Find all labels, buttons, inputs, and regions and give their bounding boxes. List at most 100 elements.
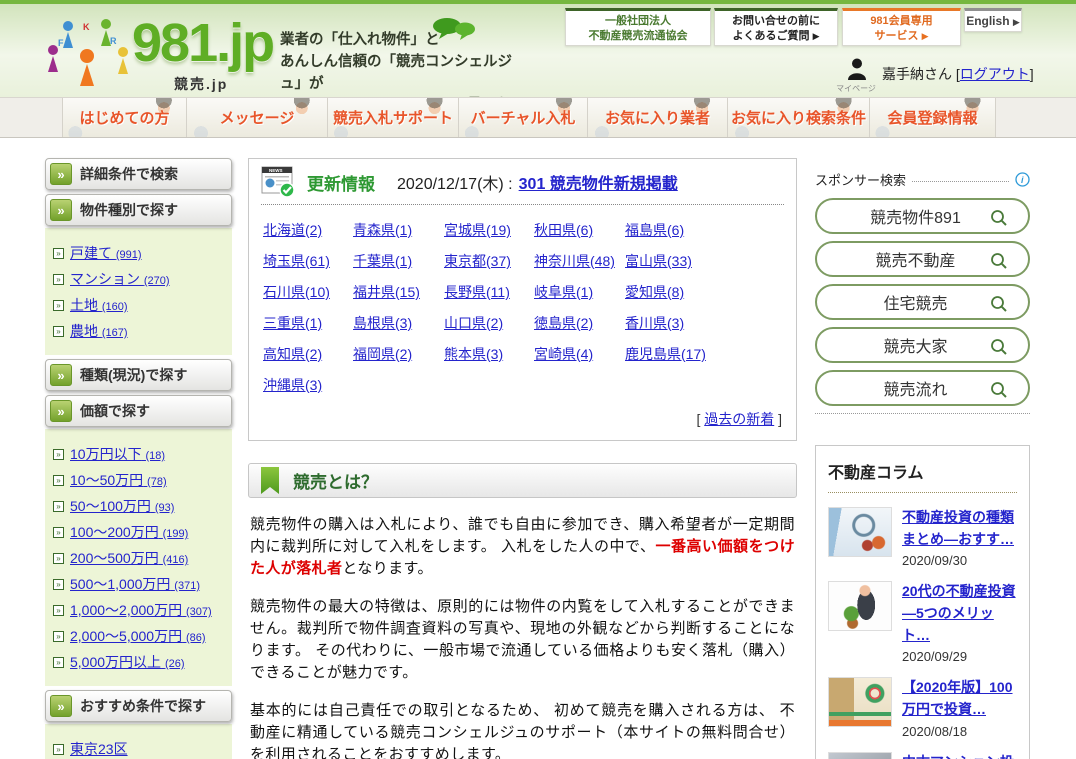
prefecture-link[interactable]: 神奈川県(48) [534, 251, 625, 271]
prefecture-link[interactable]: 三重県(1) [263, 313, 353, 333]
prefecture-link[interactable]: 長野県(11) [444, 282, 534, 302]
sidebar-button-detail-search[interactable]: 詳細条件で検索 [45, 158, 232, 190]
english-label: English [966, 14, 1010, 28]
arrow-right-icon: ▶ [1012, 17, 1020, 27]
site-logo[interactable]: 981.jp [132, 16, 275, 70]
nav-tab-label: 会員登録情報 [887, 110, 978, 127]
sponsor-search-pill[interactable]: 住宅競売 [815, 284, 1030, 320]
nav-tab[interactable]: メッセージ [186, 98, 327, 137]
site-header: F K R 981.jp 競売.jp 業者の「仕入れ物件」と あんしん信頼の「競… [0, 0, 1076, 113]
sidebar-button-by-status[interactable]: 種類(現況)で探す [45, 359, 232, 391]
prefecture-link[interactable]: 山口県(2) [444, 313, 534, 333]
sidebar-item[interactable]: 200〜500万円 (416) [53, 548, 228, 568]
article-thumbnail[interactable] [828, 677, 892, 728]
sidebar-item[interactable]: 農地 (167) [53, 321, 228, 341]
association-button[interactable]: 一般社団法人 不動産競売流通協会 [565, 8, 711, 46]
info-icon[interactable]: i [1015, 172, 1030, 187]
article-date: 2020/08/18 [902, 723, 968, 739]
article-thumbnail[interactable] [828, 581, 892, 632]
sponsor-search-pill[interactable]: 競売物件891 [815, 198, 1030, 234]
sidebar-item[interactable]: 2,000〜5,000万円 (86) [53, 626, 228, 646]
nav-tab[interactable]: はじめての方 [62, 98, 186, 137]
prefecture-link[interactable]: 島根県(3) [353, 313, 444, 333]
sidebar-item[interactable]: 10万円以下 (18) [53, 444, 228, 464]
prefecture-link[interactable]: 愛知県(8) [625, 282, 782, 302]
prefecture-link[interactable]: 福岡県(2) [353, 344, 444, 364]
prefecture-link[interactable]: 鹿児島県(17) [625, 344, 782, 364]
about-section-header: 競売とは？ [248, 463, 797, 498]
sidebar-item-label: 50〜100万円 [70, 498, 151, 514]
sidebar-price-list: 10万円以下 (18) 10〜50万円 (78) 50〜100万円 (93) 1… [45, 429, 232, 686]
article-thumbnail[interactable] [828, 507, 892, 557]
english-button[interactable]: English ▶ [964, 8, 1022, 32]
nav-tab[interactable]: バーチャル入札 [458, 98, 587, 137]
prefecture-link[interactable]: 高知県(2) [263, 344, 353, 364]
article-title-link[interactable]: 20代の不動産投資―5つのメリット… [902, 581, 1017, 646]
sidebar-button-by-recommend[interactable]: おすすめ条件で探す [45, 690, 232, 722]
nav-tab[interactable]: お気に入り検索条件 [727, 98, 869, 137]
sponsor-search-pill[interactable]: 競売不動産 [815, 241, 1030, 277]
sidebar-item[interactable]: 土地 (160) [53, 295, 228, 315]
prefecture-link[interactable]: 福島県(6) [625, 220, 782, 240]
sidebar-item[interactable]: 戸建て (991) [53, 243, 228, 263]
update-header: NEWS 更新情報 2020/12/17(木) : 301 競売物件新規掲載 [261, 159, 784, 205]
prefecture-link[interactable]: 岐阜県(1) [534, 282, 625, 302]
prefecture-link[interactable]: 千葉県(1) [353, 251, 444, 271]
sidebar-item[interactable]: 東京23区 [53, 739, 228, 759]
sponsor-search-pill[interactable]: 競売流れ [815, 370, 1030, 406]
magnifier-icon [991, 382, 1007, 398]
left-sidebar: 詳細条件で検索 物件種別で探す 戸建て (991) マンション (270) 土地… [45, 158, 232, 759]
prefecture-link[interactable]: 東京都(37) [444, 251, 534, 271]
sponsor-keyword-label: 競売大家 [883, 339, 948, 356]
nav-tab[interactable]: 競売入札サポート [327, 98, 458, 137]
double-chevron-badge-icon [50, 695, 72, 717]
sponsor-search-pill[interactable]: 競売大家 [815, 327, 1030, 363]
svg-text:NEWS: NEWS [269, 168, 283, 173]
prefecture-link[interactable]: 徳島県(2) [534, 313, 625, 333]
article-title-link[interactable]: 中古マンション投資の相場やメリ… [902, 752, 1017, 759]
bookmark-ribbon-icon [261, 466, 279, 494]
sidebar-button-by-type[interactable]: 物件種別で探す [45, 194, 232, 226]
sidebar-item[interactable]: 5,000万円以上 (26) [53, 652, 228, 672]
past-updates-link[interactable]: 過去の新着 [704, 411, 774, 427]
sidebar-item[interactable]: マンション (270) [53, 269, 228, 289]
person-icon[interactable] [847, 58, 867, 82]
sidebar-item[interactable]: 10〜50万円 (78) [53, 470, 228, 490]
prefecture-link[interactable]: 宮城県(19) [444, 220, 534, 240]
new-listings-link[interactable]: 301 競売物件新規掲載 [519, 170, 678, 194]
site-logo-sub: 競売.jp [174, 76, 229, 92]
prefecture-link[interactable]: 富山県(33) [625, 251, 782, 271]
prefecture-link[interactable]: 秋田県(6) [534, 220, 625, 240]
article-thumbnail[interactable] [828, 751, 892, 759]
sidebar-item[interactable]: 50〜100万円 (93) [53, 496, 228, 516]
column-title: 不動産コラム [828, 459, 1017, 493]
sidebar-button-by-price[interactable]: 価額で探す [45, 395, 232, 427]
article-date: 2020/09/30 [902, 553, 968, 569]
prefecture-link[interactable]: 石川県(10) [263, 282, 353, 302]
article-title-link[interactable]: 【2020年版】100万円で投資… [902, 677, 1017, 720]
magnifier-icon [991, 253, 1007, 269]
nav-tab[interactable]: お気に入り業者 [587, 98, 727, 137]
prefecture-link[interactable]: 宮崎県(4) [534, 344, 625, 364]
sidebar-item[interactable]: 100〜200万円 (199) [53, 522, 228, 542]
nav-tab-label: メッセージ [219, 110, 295, 127]
logout-link[interactable]: ログアウト [960, 66, 1030, 82]
sidebar-item[interactable]: 1,000〜2,000万円 (307) [53, 600, 228, 620]
prefecture-link[interactable]: 埼玉県(61) [263, 251, 353, 271]
main-nav: はじめての方 メッセージ 競売入札サポート バーチャル入札 お気に入り業者 お気… [0, 97, 1076, 138]
member-service-button[interactable]: 981会員専用 サービス ▶ [842, 8, 961, 46]
real-estate-column-box: 不動産コラム 不動産投資の種類まとめ―おすす… 2020/09/30 20代の不… [815, 445, 1030, 759]
prefecture-link[interactable]: 熊本県(3) [444, 344, 534, 364]
arrow-box-icon [53, 604, 64, 616]
prefecture-link[interactable]: 沖縄県(3) [263, 375, 353, 395]
sidebar-item[interactable]: 500〜1,000万円 (371) [53, 574, 228, 594]
nav-tab-label: 競売入札サポート [332, 110, 453, 127]
article-title-link[interactable]: 不動産投資の種類まとめ―おすす… [902, 507, 1017, 550]
prefecture-link[interactable]: 青森県(1) [353, 220, 444, 240]
faq-button[interactable]: お問い合せの前に よくあるご質問 ▶ [714, 8, 838, 46]
prefecture-link[interactable]: 北海道(2) [263, 220, 353, 240]
prefecture-link[interactable]: 香川県(3) [625, 313, 782, 333]
prefecture-link[interactable]: 福井県(15) [353, 282, 444, 302]
nav-tab[interactable]: 会員登録情報 [869, 98, 996, 137]
right-sidebar: スポンサー検索 i 競売物件891 競売不動産 住宅競売 競売大家 競売流れ 不… [815, 170, 1030, 759]
